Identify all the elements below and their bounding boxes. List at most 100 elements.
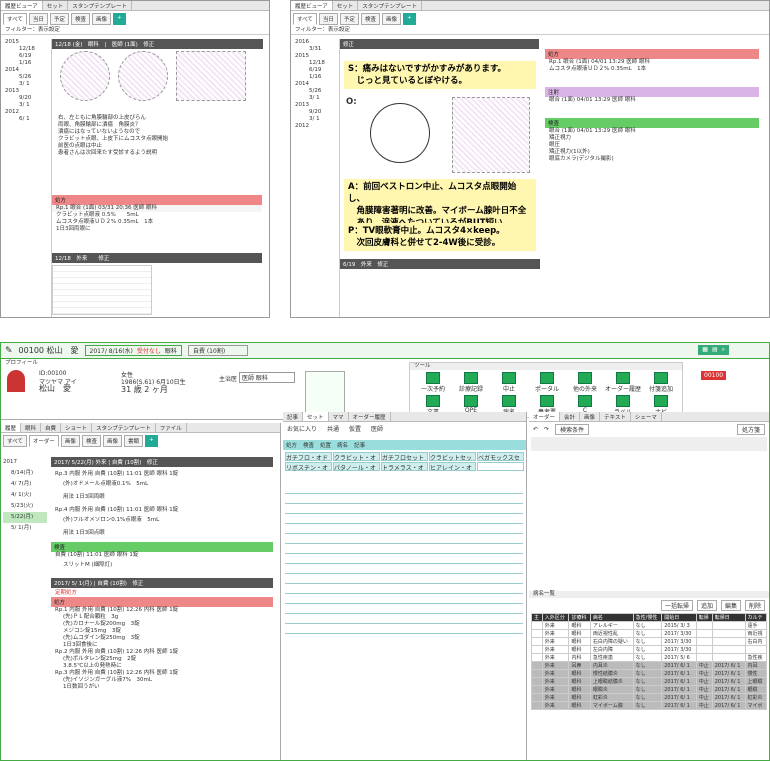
tab-plan[interactable]: 予定 [49, 13, 69, 25]
set-cell[interactable]: ガチフロ・オド [285, 452, 332, 462]
cat-exam[interactable]: 検査 [303, 441, 314, 449]
search-condition[interactable]: 検索条件 [555, 424, 590, 435]
set-cell[interactable]: ベガモックスセ [477, 452, 524, 462]
tree-item[interactable]: 5/26 [295, 88, 335, 95]
tree-item[interactable]: 1/16 [295, 74, 335, 81]
add-tab-button[interactable]: + [402, 13, 416, 25]
tree-item[interactable]: 2014 [295, 81, 335, 88]
tree-item[interactable]: 5/26 [5, 74, 45, 81]
add-tab-button[interactable]: + [144, 435, 158, 447]
tree-item[interactable]: 2017 [3, 457, 47, 468]
tab-self[interactable]: 自費 [41, 423, 62, 432]
tree-item[interactable]: 3/ 1 [295, 116, 335, 123]
set-cell[interactable]: リボスチン・オ [285, 462, 332, 472]
col-header[interactable]: 主 [531, 613, 543, 622]
tab-eye[interactable]: 眼科 [21, 423, 42, 432]
tab-short[interactable]: ショート [61, 423, 93, 432]
tree-item[interactable]: 4/ 7(月) [3, 479, 47, 490]
tree-item[interactable]: 12/18 [295, 60, 335, 67]
tree-item[interactable]: 3/ 1 [295, 95, 335, 102]
grid-icon[interactable]: ▦ [702, 346, 708, 354]
col-header[interactable]: 転帰日 [711, 613, 746, 622]
tab-image[interactable]: 画像 [91, 13, 111, 25]
tree-item[interactable]: 2014 [5, 67, 45, 74]
cat-treat[interactable]: 処置 [320, 441, 331, 449]
set-cell[interactable]: クラビットセット [429, 452, 476, 471]
tool-button[interactable]: オーダー履歴 [604, 372, 642, 393]
temp-button[interactable]: 仮置 [349, 424, 361, 438]
tab-text[interactable]: テキスト [600, 412, 631, 421]
set-cell[interactable]: ヒアレイン・オ [429, 462, 476, 472]
soap-p[interactable]: P：TV眼軟膏中止。ムコスタ4×keep。 次回皮膚科と併せて2-4W後に受診。 [344, 223, 536, 251]
memo-box[interactable] [305, 371, 345, 415]
tree-item[interactable]: 2016 [295, 39, 335, 46]
tab-history[interactable]: 履歴ビューア [291, 1, 333, 10]
add-button[interactable]: 追加 [696, 600, 717, 611]
tree-item[interactable]: 8/14(月) [3, 468, 47, 479]
tab-set[interactable]: セット [333, 1, 359, 10]
filter-label[interactable]: フィルター：表示設定 [1, 27, 269, 35]
tab-image2[interactable]: 画像 [102, 435, 122, 447]
table-row[interactable]: 外来 眼科 アレルギー なし 2015/ 3/ 3 遠手 [531, 621, 768, 630]
tab-history[interactable]: 履歴ビューア [1, 1, 43, 10]
table-row[interactable]: 外来 眼科 眼瞼炎 なし 2017/ 6/ 1 中止 2017/ 6/ 1 眼瞼 [531, 685, 768, 694]
tab-plan[interactable]: 予定 [339, 13, 359, 25]
set-cell[interactable] [477, 462, 524, 471]
tool-button[interactable]: ポータル [528, 372, 566, 393]
tab-set[interactable]: セット [43, 1, 69, 10]
col-header[interactable]: カルテ [744, 613, 768, 622]
tab-docs[interactable]: 書類 [123, 435, 143, 447]
tab-all[interactable]: すべて [3, 435, 27, 447]
cat-article[interactable]: 記事 [354, 441, 365, 449]
tree-item[interactable]: 2013 [5, 88, 45, 95]
table-row[interactable]: 外来 耳鼻 内耳炎 なし 2017/ 6/ 1 中止 2017/ 6/ 1 内耳 [531, 661, 768, 670]
tree-item[interactable]: 2013 [295, 102, 335, 109]
tool-button[interactable]: 他の外来 [566, 372, 604, 393]
tab-all[interactable]: すべて [3, 13, 27, 25]
tab-image[interactable]: 画像 [60, 435, 80, 447]
tree-item[interactable]: 5/ 1(月) [3, 523, 47, 534]
doctor-button[interactable]: 医師 [371, 424, 383, 438]
tree-item[interactable]: 9/20 [295, 109, 335, 116]
tab-stamp[interactable]: スタンプテンプレート [92, 423, 156, 432]
table-row[interactable]: 外来 眼科 上眼瞼結膜炎 なし 2017/ 6/ 1 中止 2017/ 6/ 1 上眼瞼 [531, 677, 768, 686]
tool-button[interactable]: 中止 [490, 372, 528, 393]
tab-file[interactable]: ファイル [156, 423, 187, 432]
table-row[interactable]: 外来 眼科 右白内障の疑い なし 2017/ 3/30 右白内 [531, 637, 768, 646]
bulk-outcome-button[interactable]: 一括転帰 [660, 600, 693, 611]
table-row[interactable]: 外来 眼科 両近視性乱 なし 2017/ 3/30 両近視 [531, 629, 768, 638]
tool-button[interactable]: 診療記録 [452, 372, 490, 393]
tree-item[interactable]: 2015 [295, 53, 335, 60]
tree-item[interactable]: 3/ 1 [5, 81, 45, 88]
tree-item[interactable]: 2015 [5, 39, 45, 46]
delete-button[interactable]: 削除 [744, 600, 765, 611]
tree-item[interactable]: 6/19 [5, 53, 45, 60]
tree-item[interactable]: 2012 [295, 123, 335, 130]
tab-order-history[interactable]: オーダー履歴 [349, 412, 391, 421]
col-header[interactable]: 開始日 [661, 613, 697, 622]
tab-image[interactable]: 画像 [381, 13, 401, 25]
col-header[interactable]: 転帰 [695, 613, 713, 622]
tree-item[interactable]: 4/ 1(火) [3, 490, 47, 501]
tree-item[interactable]: 6/ 1 [5, 116, 45, 123]
tree-item[interactable]: 12/18 [5, 46, 45, 53]
set-cell[interactable]: トラメラス・オ [381, 462, 428, 472]
add-tab-button[interactable]: + [112, 13, 126, 25]
tab-order[interactable]: オーダー [28, 435, 59, 447]
tab-schema[interactable]: シェーマ [631, 412, 662, 421]
tab-today[interactable]: 当日 [318, 13, 338, 25]
tab-mama[interactable]: ママ [329, 412, 349, 421]
tab-exam[interactable]: 検査 [360, 13, 380, 25]
tree-item[interactable]: 5/22(月) [3, 512, 47, 523]
insurance-select[interactable]: 自費 (10割) [187, 345, 248, 356]
filter-label[interactable]: フィルター：表示設定 [291, 27, 769, 35]
col-header[interactable]: 入外区分 [541, 613, 570, 622]
tab-exam[interactable]: 検査 [70, 13, 90, 25]
tab-order[interactable]: オーダー [529, 412, 561, 421]
tree-item[interactable]: 2012 [5, 109, 45, 116]
tab-history[interactable]: 履歴 [1, 423, 22, 432]
tool-button[interactable]: 付箋追加 [642, 372, 680, 393]
visit-box[interactable]: 2017/ 8/16(水) 受付なし 眼科 [84, 345, 182, 356]
cat-rx[interactable]: 処方 [286, 441, 297, 449]
tab-stamp[interactable]: スタンプテンプレート [358, 1, 422, 10]
